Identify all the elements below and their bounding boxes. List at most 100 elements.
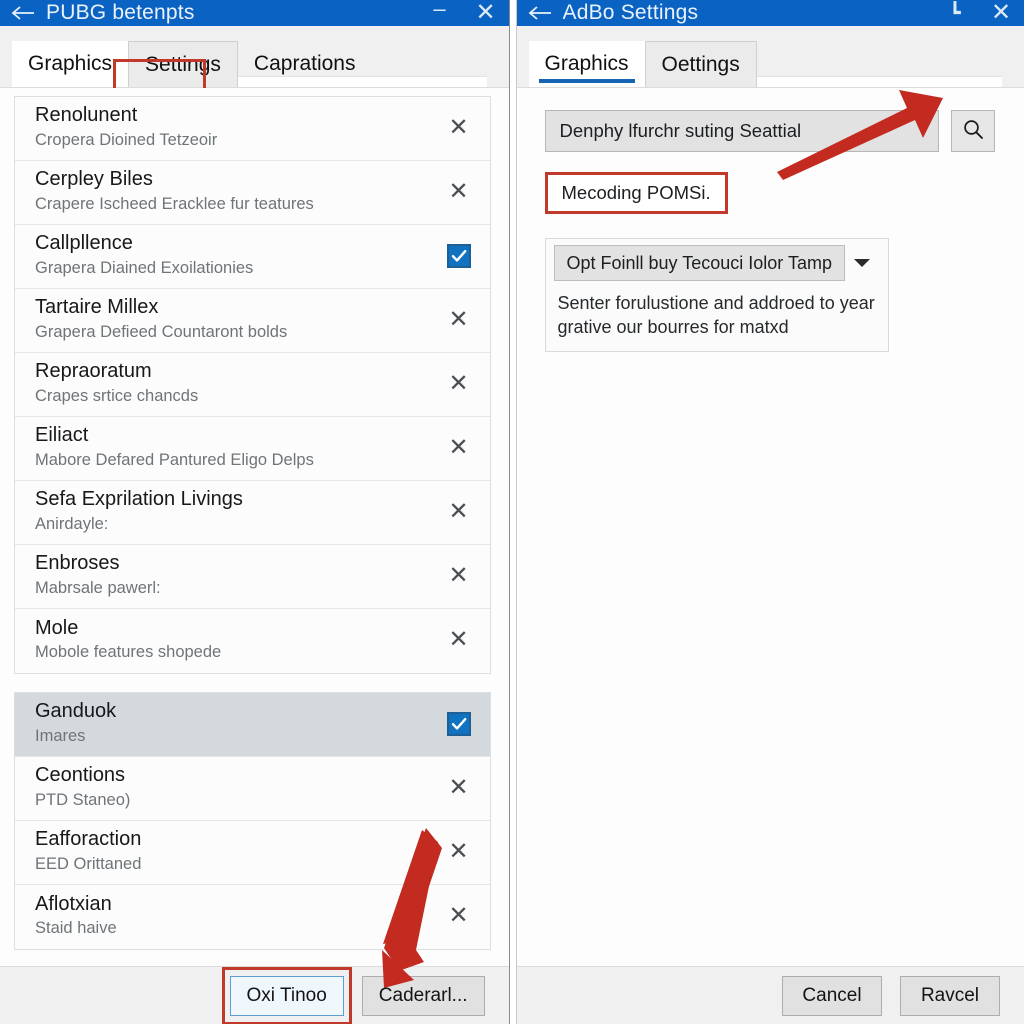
- settings-list-group-secondary: Ganduok Imares Ceontions PTD Staneo) ✕ Eaffor…: [14, 692, 491, 950]
- close-icon[interactable]: ✕: [448, 628, 468, 652]
- left-window-title: PUBG betenpts: [46, 1, 195, 24]
- left-window: PUBG betenpts – ✕ Graphics Settings Capr…: [0, 0, 509, 1024]
- list-item-text: Enbroses Mabrsale pawerl:: [35, 552, 432, 598]
- settings-list-item[interactable]: Callpllence Grapera Diained Exoilationies: [15, 225, 490, 289]
- tab-oettings[interactable]: Oettings: [644, 41, 757, 87]
- close-icon[interactable]: ✕: [448, 904, 468, 928]
- list-item-remove-button[interactable]: ✕: [442, 899, 476, 933]
- list-item-remove-button[interactable]: ✕: [442, 431, 476, 465]
- close-icon[interactable]: ✕: [448, 435, 468, 460]
- list-item-remove-button[interactable]: ✕: [442, 111, 476, 145]
- list-item-text: Mole Mobole features shopede: [35, 617, 432, 663]
- close-icon[interactable]: ✕: [448, 307, 468, 332]
- list-item-title: Tartaire Millex: [35, 296, 159, 319]
- list-item-subtitle: Anirdayle:: [35, 514, 109, 533]
- right-window-title: AdBo Settings: [562, 1, 699, 24]
- list-item-subtitle: Grapera Diained Exoilationies: [35, 258, 254, 277]
- list-item-remove-button[interactable]: ✕: [442, 367, 476, 401]
- settings-list-item[interactable]: Aflotxian Staid haive ✕: [15, 885, 490, 949]
- list-item-text: Tartaire Millex Grapera Defieed Countaron…: [35, 296, 432, 342]
- settings-list-item[interactable]: Mole Mobole features shopede ✕: [15, 609, 490, 673]
- list-item-subtitle: Cropera Dioined Tetzeoir: [35, 130, 218, 149]
- close-icon[interactable]: ✕: [448, 499, 468, 524]
- result-chip[interactable]: Mecoding POMSi.: [544, 172, 728, 214]
- list-item-text: Cerpley Biles Crapere Ischeed Eracklee fu…: [35, 168, 432, 214]
- list-item-remove-button[interactable]: ✕: [442, 175, 476, 209]
- list-item-title: Callpllence: [35, 232, 133, 255]
- cancel-button[interactable]: Cancel: [782, 975, 882, 1016]
- search-button[interactable]: [950, 110, 995, 152]
- close-icon[interactable]: ✕: [448, 775, 468, 800]
- settings-list-item[interactable]: Cerpley Biles Crapere Ischeed Eracklee fu…: [15, 161, 490, 225]
- close-button[interactable]: ✕: [978, 0, 1024, 26]
- settings-list-item[interactable]: Sefa Exprilation Livings Anirdayle: ✕: [15, 481, 490, 545]
- close-button[interactable]: ✕: [463, 0, 509, 26]
- ravcel-button[interactable]: Ravcel: [900, 975, 1000, 1016]
- chevron-down-icon[interactable]: [845, 245, 880, 281]
- dropdown-selected-value[interactable]: Opt Foinll buy Tecouci Iolor Tamp: [553, 245, 845, 281]
- search-row: Denphy lfurchr suting Seattial: [544, 110, 999, 152]
- right-content-area: Denphy lfurchr suting Seattial Mecoding …: [516, 88, 1024, 966]
- checkbox-checked-icon[interactable]: [446, 711, 471, 736]
- minimize-button[interactable]: –: [417, 0, 463, 26]
- list-item-subtitle: PTD Staneo): [35, 790, 131, 809]
- settings-list-item[interactable]: Enbroses Mabrsale pawerl: ✕: [15, 545, 490, 609]
- back-arrow-icon[interactable]: [0, 0, 46, 26]
- settings-list-item[interactable]: Ganduok Imares: [15, 693, 490, 757]
- window-divider: [508, 0, 517, 1024]
- list-item-remove-button[interactable]: ✕: [442, 771, 476, 805]
- settings-list-item[interactable]: Eiliact Mabore Defared Pantured Eligo Del…: [15, 417, 490, 481]
- tab-graphics[interactable]: Graphics: [528, 41, 645, 87]
- list-item-remove-button[interactable]: ✕: [442, 623, 476, 657]
- settings-list-group-primary: Renolunent Cropera Dioined Tetzeoir ✕ Cerpl…: [14, 96, 491, 674]
- list-item-title: Cerpley Biles: [35, 168, 153, 191]
- tab-graphics[interactable]: Graphics: [12, 41, 129, 87]
- settings-list-item[interactable]: Repraoratum Crapes srtice chancds ✕: [15, 353, 490, 417]
- list-item-text: Repraoratum Crapes srtice chancds: [35, 360, 432, 406]
- left-content-area: Renolunent Cropera Dioined Tetzeoir ✕ Cerpl…: [0, 88, 509, 966]
- list-item-remove-button[interactable]: ✕: [442, 559, 476, 593]
- list-item-title: Sefa Exprilation Livings: [35, 488, 243, 511]
- list-item-remove-button[interactable]: ✕: [442, 303, 476, 337]
- right-tabstrip: Graphics Oettings: [516, 26, 1024, 88]
- left-titlebar: PUBG betenpts – ✕: [0, 0, 509, 26]
- list-item-text: Eiliact Mabore Defared Pantured Eligo Del…: [35, 424, 432, 470]
- cancel-button-left[interactable]: Caderarl...: [361, 975, 485, 1016]
- list-item-subtitle: EED Orittaned: [35, 854, 142, 873]
- settings-list-item[interactable]: Eafforaction EED Orittaned ✕: [15, 821, 490, 885]
- right-titlebar: AdBo Settings ┗ ✕: [516, 0, 1024, 26]
- close-icon[interactable]: ✕: [448, 563, 468, 588]
- settings-list-item[interactable]: Tartaire Millex Grapera Defieed Countaron…: [15, 289, 490, 353]
- tab-settings[interactable]: Settings: [128, 41, 238, 87]
- list-item-text: Ganduok Imares: [35, 700, 432, 746]
- settings-list-item[interactable]: Renolunent Cropera Dioined Tetzeoir ✕: [15, 97, 490, 161]
- dropdown-header[interactable]: Opt Foinll buy Tecouci Iolor Tamp: [546, 239, 888, 287]
- close-icon[interactable]: ✕: [448, 179, 468, 204]
- tab-caprations[interactable]: Caprations: [238, 41, 372, 87]
- list-item-subtitle: Crapere Ischeed Eracklee fur teatures: [35, 194, 314, 213]
- back-arrow-icon[interactable]: [517, 0, 563, 26]
- list-item-remove-button[interactable]: ✕: [442, 835, 476, 869]
- list-item-checkbox[interactable]: [442, 707, 476, 741]
- list-item-text: Ceontions PTD Staneo): [35, 764, 432, 810]
- dual-settings-screenshot: PUBG betenpts – ✕ Graphics Settings Capr…: [0, 0, 1024, 1024]
- close-icon[interactable]: ✕: [448, 371, 468, 396]
- search-icon: [962, 118, 984, 145]
- settings-list-item[interactable]: Ceontions PTD Staneo) ✕: [15, 757, 490, 821]
- list-item-text: Sefa Exprilation Livings Anirdayle:: [35, 488, 432, 534]
- search-input[interactable]: Denphy lfurchr suting Seattial: [544, 110, 939, 152]
- close-icon[interactable]: ✕: [448, 839, 468, 864]
- ok-button[interactable]: Oxi Tinoo: [229, 975, 344, 1016]
- close-icon[interactable]: ✕: [448, 115, 468, 140]
- maximize-button[interactable]: ┗: [932, 0, 978, 26]
- list-item-title: Aflotxian: [35, 892, 112, 915]
- list-item-remove-button[interactable]: ✕: [442, 495, 476, 529]
- list-item-title: Repraoratum: [35, 360, 152, 383]
- list-item-title: Mole: [35, 616, 79, 639]
- list-item-subtitle: Mobole features shopede: [35, 643, 222, 662]
- list-item-checkbox[interactable]: [442, 239, 476, 273]
- list-item-text: Eafforaction EED Orittaned: [35, 828, 432, 874]
- list-item-title: Ceontions: [35, 764, 126, 787]
- checkbox-checked-icon[interactable]: [446, 243, 471, 268]
- list-item-title: Eafforaction: [35, 828, 142, 851]
